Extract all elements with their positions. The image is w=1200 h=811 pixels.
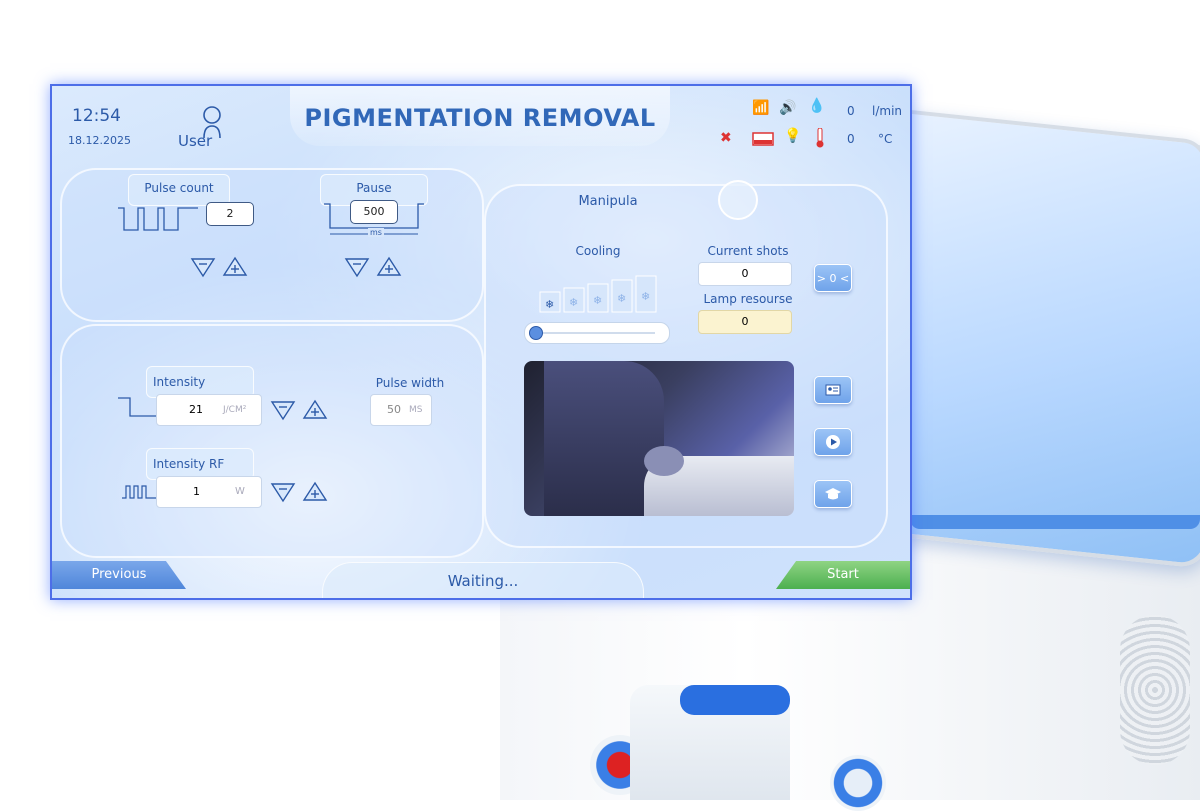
pulse-width-field[interactable]: 50 MS (370, 394, 432, 426)
lamp-resource-label: Lamp resourse (703, 292, 793, 306)
tank-icon (752, 132, 774, 146)
current-shots-value: 0 (698, 262, 792, 286)
user-label[interactable]: User (178, 132, 212, 150)
svg-text:❄: ❄ (617, 292, 626, 305)
intensity-field[interactable]: 21 J/CM² (156, 394, 262, 426)
current-shots-label: Current shots (707, 244, 789, 258)
svg-text:❄: ❄ (545, 298, 554, 311)
previous-button[interactable]: Previous (52, 561, 186, 589)
intensity-increase-button[interactable] (302, 399, 328, 421)
flow-value: 0 (847, 104, 855, 118)
pause-decrease-button[interactable] (344, 256, 370, 278)
status-text: Waiting... (322, 562, 644, 598)
pulse-count-increase-button[interactable] (222, 256, 248, 278)
intensity-decrease-button[interactable] (270, 399, 296, 421)
intensity-rf-unit: W (235, 486, 245, 497)
device-screen-frame (910, 515, 1200, 529)
cooling-level-icons: ❄ ❄ ❄ ❄ ❄ (539, 275, 657, 313)
graduation-cap-icon (825, 488, 841, 500)
clock-time: 12:54 (72, 106, 121, 126)
speaker-icon: 🔊 (779, 100, 797, 116)
flow-unit: l/min (872, 104, 903, 118)
wifi-icon: 📶 (752, 100, 770, 116)
connector-knob (830, 755, 886, 811)
svg-text:❄: ❄ (593, 294, 602, 307)
pulse-width-unit: MS (409, 405, 423, 415)
svg-text:❄: ❄ (569, 296, 578, 309)
pause-increase-button[interactable] (376, 256, 402, 278)
page-title: PIGMENTATION REMOVAL (304, 104, 656, 132)
ui-panel: 12:54 18.12.2025 User PIGMENTATION REMOV… (50, 84, 912, 600)
play-icon (826, 435, 840, 449)
lamp-icon: 💡 (784, 128, 802, 144)
manipula-label: Manipula (578, 194, 638, 209)
device-vent (1120, 615, 1190, 765)
pulse-width-value: 50 (387, 403, 401, 416)
pulse-count-decrease-button[interactable] (190, 256, 216, 278)
intensity-value: 21 (189, 403, 203, 416)
intensity-card (60, 324, 484, 558)
svg-text:❄: ❄ (641, 290, 650, 303)
patient-card-button[interactable] (814, 376, 852, 404)
cooling-slider-handle[interactable] (529, 326, 543, 340)
intensity-rf-increase-button[interactable] (302, 481, 328, 503)
thermometer-icon (816, 128, 824, 148)
handpiece-cap (680, 685, 790, 715)
intensity-rf-value: 1 (193, 485, 200, 498)
cooling-slider[interactable] (524, 322, 670, 344)
pulse-count-waveform-icon (118, 207, 198, 231)
tools-error-icon: ✖ (720, 130, 732, 146)
lamp-resource-value: 0 (698, 310, 792, 334)
cooling-label: Cooling (575, 244, 621, 258)
start-button[interactable]: Start (776, 561, 910, 589)
water-drop-icon: 💧 (808, 98, 826, 114)
play-video-button[interactable] (814, 428, 852, 456)
intensity-waveform-icon (118, 397, 158, 417)
temp-value: 0 (847, 132, 855, 146)
manipula-indicator[interactable] (718, 180, 758, 220)
clock-date: 18.12.2025 (68, 134, 131, 147)
training-button[interactable] (814, 480, 852, 508)
intensity-rf-field[interactable]: 1 W (156, 476, 262, 508)
pulse-width-label: Pulse width (375, 376, 445, 390)
pause-unit: ms (368, 228, 384, 237)
intensity-rf-waveform-icon (122, 485, 158, 499)
intensity-rf-decrease-button[interactable] (270, 481, 296, 503)
pause-value[interactable]: 500 (350, 200, 398, 224)
temp-unit: °C (878, 132, 893, 146)
reset-shots-button[interactable]: > 0 < (814, 264, 852, 292)
intensity-unit: J/CM² (223, 405, 247, 415)
treatment-preview-image (524, 361, 794, 516)
device-screen (900, 108, 1200, 570)
pulse-count-value[interactable]: 2 (206, 202, 254, 226)
id-card-icon (825, 384, 841, 396)
